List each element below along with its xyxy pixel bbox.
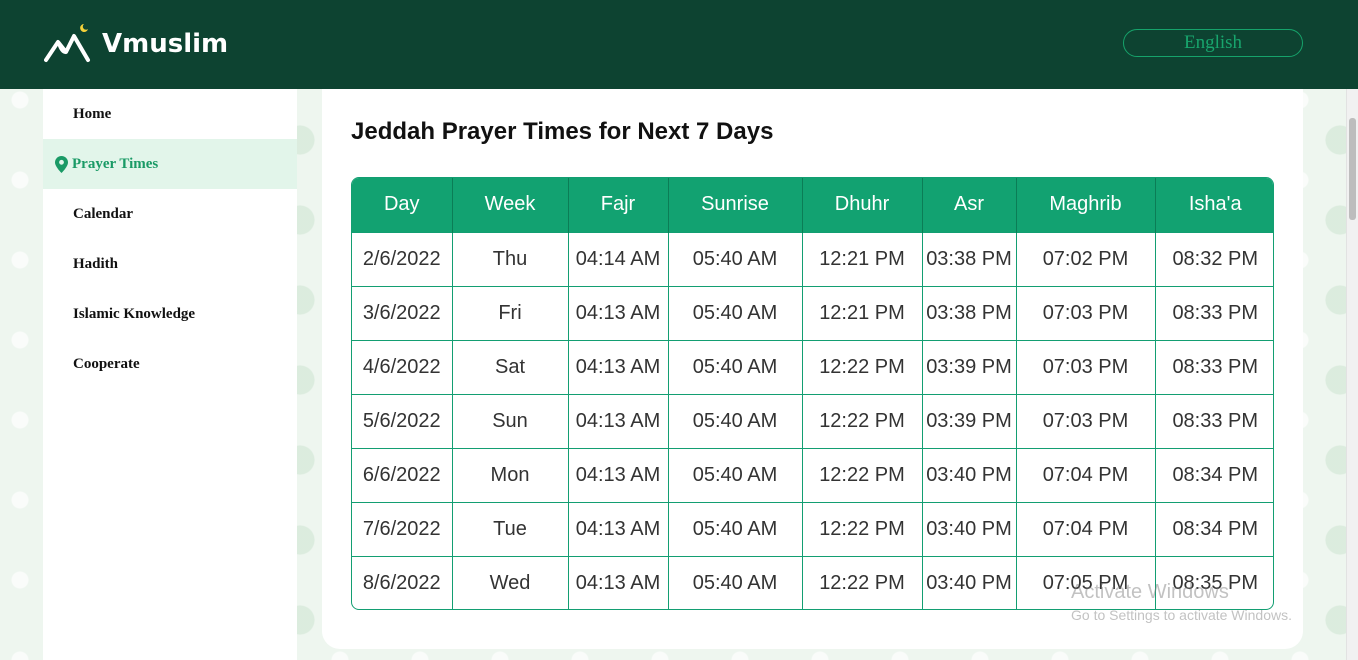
cell-sunrise: 05:40 AM — [668, 501, 803, 556]
cell-dhuhr: 12:22 PM — [802, 555, 923, 609]
cell-maghrib: 07:03 PM — [1016, 285, 1156, 340]
cell-ishaa: 08:33 PM — [1155, 393, 1273, 448]
cell-day: 3/6/2022 — [352, 285, 453, 340]
cell-fajr: 04:14 AM — [568, 231, 669, 286]
cell-sunrise: 05:40 AM — [668, 231, 803, 286]
sidebar-item-label: Hadith — [73, 255, 119, 272]
cell-fajr: 04:13 AM — [568, 501, 669, 556]
cell-sunrise: 05:40 AM — [668, 447, 803, 502]
top-header: Vmuslim English — [0, 0, 1358, 89]
sidebar-item-label: Cooperate — [73, 355, 140, 372]
column-header-fajr: Fajr — [568, 178, 669, 232]
column-header-week: Week — [452, 178, 569, 232]
cell-asr: 03:38 PM — [922, 231, 1017, 286]
sidebar: Home Prayer Times Calendar Hadith Islami… — [43, 89, 297, 660]
cell-asr: 03:39 PM — [922, 339, 1017, 394]
cell-week: Tue — [452, 501, 569, 556]
cell-asr: 03:40 PM — [922, 501, 1017, 556]
mosque-logo-icon — [44, 24, 90, 62]
table-header-row: Day Week Fajr Sunrise Dhuhr Asr Maghrib … — [352, 178, 1273, 232]
sidebar-item-calendar[interactable]: Calendar — [43, 189, 297, 239]
cell-fajr: 04:13 AM — [568, 339, 669, 394]
location-pin-icon — [55, 155, 68, 173]
sidebar-item-label: Prayer Times — [72, 155, 159, 172]
cell-dhuhr: 12:22 PM — [802, 447, 923, 502]
language-button[interactable]: English — [1123, 29, 1303, 57]
cell-maghrib: 07:04 PM — [1016, 501, 1156, 556]
windows-activation-title: Activate Windows — [1071, 581, 1229, 603]
cell-ishaa: 08:34 PM — [1155, 447, 1273, 502]
cell-week: Mon — [452, 447, 569, 502]
sidebar-item-label: Home — [73, 105, 112, 122]
table-body: 2/6/2022 Thu 04:14 AM 05:40 AM 12:21 PM 03:38… — [352, 231, 1273, 609]
cell-day: 7/6/2022 — [352, 501, 453, 556]
column-header-maghrib: Maghrib — [1016, 178, 1156, 232]
cell-day: 6/6/2022 — [352, 447, 453, 502]
table-row: 2/6/2022 Thu 04:14 AM 05:40 AM 12:21 PM 03:38… — [352, 231, 1273, 286]
prayer-times-table: Day Week Fajr Sunrise Dhuhr Asr Maghrib … — [351, 177, 1274, 610]
column-header-asr: Asr — [922, 178, 1017, 232]
cell-week: Thu — [452, 231, 569, 286]
cell-sunrise: 05:40 AM — [668, 285, 803, 340]
cell-fajr: 04:13 AM — [568, 447, 669, 502]
scrollbar-thumb[interactable] — [1349, 118, 1356, 220]
table-row: 4/6/2022 Sat 04:13 AM 05:40 AM 12:22 PM 03:39… — [352, 339, 1273, 394]
column-header-day: Day — [352, 178, 453, 232]
cell-day: 2/6/2022 — [352, 231, 453, 286]
brand-logo[interactable]: Vmuslim — [44, 22, 228, 66]
column-header-ishaa: Isha'a — [1155, 178, 1273, 232]
cell-dhuhr: 12:22 PM — [802, 501, 923, 556]
cell-ishaa: 08:32 PM — [1155, 231, 1273, 286]
page-title: Jeddah Prayer Times for Next 7 Days — [351, 118, 774, 145]
column-header-sunrise: Sunrise — [668, 178, 803, 232]
windows-activation-subtitle: Go to Settings to activate Windows. — [1071, 607, 1292, 623]
cell-maghrib: 07:04 PM — [1016, 447, 1156, 502]
cell-fajr: 04:13 AM — [568, 555, 669, 609]
sidebar-item-home[interactable]: Home — [43, 89, 297, 139]
cell-asr: 03:39 PM — [922, 393, 1017, 448]
sidebar-item-label: Calendar — [73, 205, 133, 222]
cell-maghrib: 07:02 PM — [1016, 231, 1156, 286]
cell-ishaa: 08:33 PM — [1155, 285, 1273, 340]
sidebar-item-hadith[interactable]: Hadith — [43, 239, 297, 289]
cell-week: Fri — [452, 285, 569, 340]
cell-asr: 03:40 PM — [922, 447, 1017, 502]
sidebar-item-islamic-knowledge[interactable]: Islamic Knowledge — [43, 289, 297, 339]
cell-ishaa: 08:34 PM — [1155, 501, 1273, 556]
cell-fajr: 04:13 AM — [568, 393, 669, 448]
cell-asr: 03:40 PM — [922, 555, 1017, 609]
cell-maghrib: 07:03 PM — [1016, 393, 1156, 448]
table-row: 6/6/2022 Mon 04:13 AM 05:40 AM 12:22 PM 03:40… — [352, 447, 1273, 502]
cell-fajr: 04:13 AM — [568, 285, 669, 340]
cell-week: Sat — [452, 339, 569, 394]
sidebar-item-prayer-times[interactable]: Prayer Times — [43, 139, 297, 189]
cell-week: Sun — [452, 393, 569, 448]
table-row: 5/6/2022 Sun 04:13 AM 05:40 AM 12:22 PM 03:39… — [352, 393, 1273, 448]
table-row: 7/6/2022 Tue 04:13 AM 05:40 AM 12:22 PM 03:40… — [352, 501, 1273, 556]
cell-dhuhr: 12:22 PM — [802, 339, 923, 394]
cell-dhuhr: 12:21 PM — [802, 231, 923, 286]
cell-dhuhr: 12:21 PM — [802, 285, 923, 340]
table-row: 3/6/2022 Fri 04:13 AM 05:40 AM 12:21 PM 03:38… — [352, 285, 1273, 340]
sidebar-item-label: Islamic Knowledge — [73, 305, 196, 322]
brand-name: Vmuslim — [102, 29, 229, 59]
cell-day: 5/6/2022 — [352, 393, 453, 448]
cell-sunrise: 05:40 AM — [668, 555, 803, 609]
column-header-dhuhr: Dhuhr — [802, 178, 923, 232]
cell-day: 8/6/2022 — [352, 555, 453, 609]
cell-sunrise: 05:40 AM — [668, 339, 803, 394]
cell-week: Wed — [452, 555, 569, 609]
cell-ishaa: 08:33 PM — [1155, 339, 1273, 394]
cell-day: 4/6/2022 — [352, 339, 453, 394]
cell-sunrise: 05:40 AM — [668, 393, 803, 448]
cell-dhuhr: 12:22 PM — [802, 393, 923, 448]
cell-maghrib: 07:03 PM — [1016, 339, 1156, 394]
sidebar-item-cooperate[interactable]: Cooperate — [43, 339, 297, 389]
cell-asr: 03:38 PM — [922, 285, 1017, 340]
